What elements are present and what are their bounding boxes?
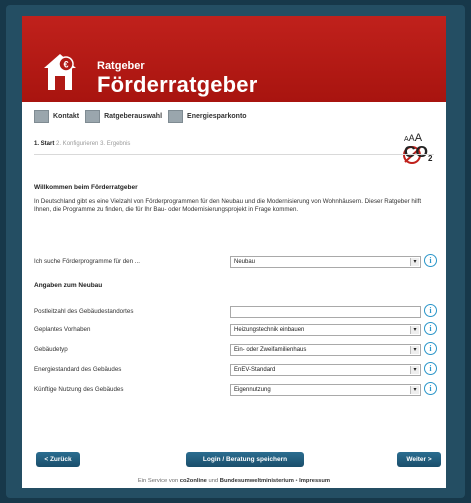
footer: Ein Service von co2online und Bundesumwe… [22,478,446,484]
postal-code-input[interactable] [230,306,421,318]
field-row-vorhaben: Geplantes Vorhaben Heizungstechnik einba… [34,322,437,336]
co2-text: CO [404,144,428,161]
info-icon[interactable]: i [424,342,437,355]
field-row-postleitzahl: Postleitzahl des Gebäudestandortes i [34,304,437,318]
footer-link-bmu[interactable]: Bundesumweltministerium [220,478,294,484]
account-icon [168,109,184,123]
project-type-select[interactable]: Neubau ▾ [230,256,421,268]
chevron-down-icon: ▾ [410,346,419,354]
search-row: Ich suche Förderprogramme für den ... Ne… [34,254,437,268]
chevron-down-icon: ▾ [410,366,419,374]
nav-item-kontakt[interactable]: Kontakt [34,109,79,123]
nav-item-ratgeberauswahl[interactable]: Ratgeberauswahl [85,109,162,123]
field-label: Postleitzahl des Gebäudestandortes [34,308,134,315]
top-nav: Kontakt Ratgeberauswahl Energiesparkonto [34,109,247,123]
save-button[interactable]: Login / Beratung speichern [186,452,304,467]
energy-standard-select[interactable]: EnEV-Standard ▾ [230,364,421,376]
page-title: Förderratgeber [97,72,258,97]
svg-text:€: € [63,60,68,70]
field-label: Geplantes Vorhaben [34,326,91,333]
section-title: Angaben zum Neubau [34,282,103,289]
select-value: Ein- oder Zweifamilienhaus [234,347,307,353]
building-type-select[interactable]: Ein- oder Zweifamilienhaus ▾ [230,344,421,356]
next-button[interactable]: Weiter > [397,452,441,467]
accessibility-tools: AAA CO2 [372,126,434,166]
nav-item-label: Ratgeberauswahl [104,112,163,120]
co2-subscript: 2 [428,154,433,164]
step-ergebnis: 3. Ergebnis [100,141,131,147]
footer-prefix: Ein Service von [137,478,179,484]
field-label: Gebäudetyp [34,346,68,353]
step-konfigurieren: 2. Konfigurieren [56,141,99,147]
footer-link-impressum[interactable]: Impressum [299,478,330,484]
nav-item-label: Kontakt [53,112,80,120]
select-value: Neubau [234,259,256,265]
grid-icon [85,109,101,123]
project-plan-select[interactable]: Heizungstechnik einbauen ▾ [230,324,421,336]
field-label: Energiestandard des Gebäudes [34,366,122,373]
chevron-down-icon: ▾ [410,386,419,394]
intro-text: In Deutschland gibt es eine Vielzahl von… [34,198,422,213]
nav-item-energiesparkonto[interactable]: Energiesparkonto [168,109,247,123]
contact-icon [34,109,49,123]
app-panel: € Ratgeber Förderratgeber Kontakt Ratgeb… [22,16,446,488]
welcome-heading: Willkommen beim Förderratgeber [34,184,138,191]
step-start: 1. Start [34,141,55,147]
info-icon[interactable]: i [424,362,437,375]
nav-item-label: Energiesparkonto [187,112,247,120]
footer-and: und [208,478,219,484]
select-value: Eigennutzung [234,387,271,393]
divider [34,154,434,155]
field-row-energiestandard: Energiestandard des Gebäudes EnEV-Standa… [34,362,437,376]
info-icon[interactable]: i [424,382,437,395]
field-label: Künftige Nutzung des Gebäudes [34,386,124,393]
info-icon[interactable]: i [424,254,437,267]
select-value: Heizungstechnik einbauen [234,327,305,333]
header-banner: € Ratgeber Förderratgeber [22,16,446,102]
step-indicator: 1. Start 2. Konfigurieren 3. Ergebnis [34,141,130,147]
info-icon[interactable]: i [424,322,437,335]
field-row-gebaeudetyp: Gebäudetyp Ein- oder Zweifamilienhaus ▾ … [34,342,437,356]
usage-select[interactable]: Eigennutzung ▾ [230,384,421,396]
select-value: EnEV-Standard [234,367,276,373]
chevron-down-icon: ▾ [410,258,419,266]
search-label: Ich suche Förderprogramme für den ... [34,258,140,265]
header-subtitle: Ratgeber [97,60,145,72]
footer-separator: • [295,478,298,484]
info-icon[interactable]: i [424,304,437,317]
footer-link-co2online[interactable]: co2online [180,478,207,484]
house-euro-icon: € [44,54,76,90]
field-row-nutzung: Künftige Nutzung des Gebäudes Eigennutzu… [34,382,437,396]
chevron-down-icon: ▾ [410,326,419,334]
back-button[interactable]: < Zurück [36,452,80,467]
